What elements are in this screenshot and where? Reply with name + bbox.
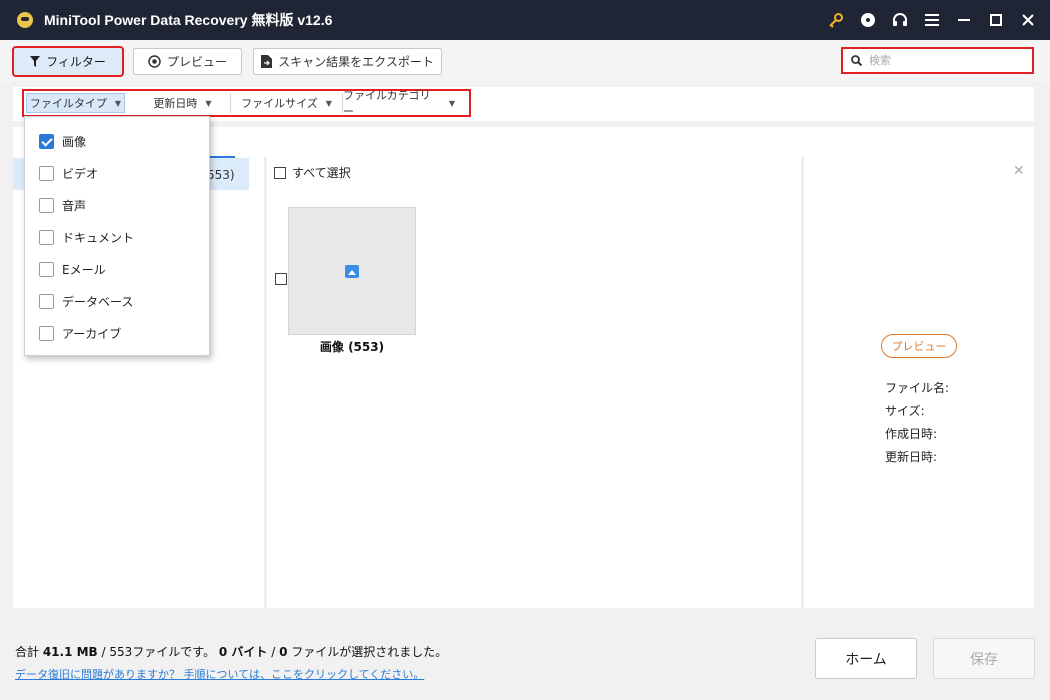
option-label: ビデオ xyxy=(62,167,99,181)
file-size-label: ファイルサイズ xyxy=(241,97,318,110)
checkbox[interactable] xyxy=(39,230,54,245)
chevron-down-icon: ▼ xyxy=(448,98,455,108)
chevron-down-icon: ▼ xyxy=(205,98,212,108)
key-icon[interactable] xyxy=(820,0,852,40)
select-all-label: すべて選択 xyxy=(292,166,351,180)
file-size-dropdown[interactable]: ファイルサイズ ▼ xyxy=(231,93,343,113)
maximize-icon[interactable] xyxy=(980,0,1012,40)
selected-bytes: 0 バイト xyxy=(218,645,268,659)
file-type-menu: 画像 ビデオ 音声 ドキュメント Eメール データベース アーカイブ xyxy=(24,116,210,356)
app-logo-icon xyxy=(14,9,36,31)
preview-toolbar-label: プレビュー xyxy=(166,55,227,69)
panel-divider xyxy=(264,157,267,608)
modified-date-label: 更新日時 xyxy=(153,97,198,110)
file-type-option-audio[interactable]: 音声 xyxy=(39,197,86,214)
file-category-dropdown[interactable]: ファイルカテゴリー ▼ xyxy=(343,89,455,118)
file-category-label: ファイルカテゴリー xyxy=(343,89,431,118)
summary-total-files: / 553ファイルです。 xyxy=(97,645,219,659)
chevron-down-icon: ▼ xyxy=(325,98,332,108)
thumbnail-checkbox[interactable] xyxy=(275,273,287,285)
file-type-dropdown[interactable]: ファイルタイプ ▼ xyxy=(26,93,125,113)
checkbox[interactable] xyxy=(39,294,54,309)
summary-prefix: 合計 xyxy=(15,645,43,659)
option-label: ドキュメント xyxy=(62,231,135,245)
checkbox[interactable] xyxy=(39,166,54,181)
headset-icon[interactable] xyxy=(884,0,916,40)
preview-button[interactable]: プレビュー xyxy=(881,334,957,358)
file-type-option-video[interactable]: ビデオ xyxy=(39,165,98,182)
summary-separator: / xyxy=(267,645,280,659)
scan-summary: 合計 41.1 MB / 553ファイルです。 0 バイト / 0 ファイルが選… xyxy=(15,643,447,660)
checkbox-checked[interactable] xyxy=(39,134,54,149)
summary-suffix: ファイルが選択されました。 xyxy=(287,645,448,659)
close-icon[interactable] xyxy=(1012,0,1044,40)
preview-toolbar-button[interactable]: プレビュー xyxy=(133,48,242,75)
checkbox[interactable] xyxy=(39,198,54,213)
search-input[interactable] xyxy=(869,54,1019,67)
select-all[interactable]: すべて選択 xyxy=(274,164,351,181)
title-bar: MiniTool Power Data Recovery 無料版 v12.6 xyxy=(0,0,1050,40)
minimize-icon[interactable] xyxy=(948,0,980,40)
chevron-down-icon: ▼ xyxy=(114,98,122,108)
home-button[interactable]: ホーム xyxy=(815,638,917,679)
filter-button-label: フィルター xyxy=(46,55,106,69)
option-label: データベース xyxy=(62,295,134,309)
file-name-label: ファイル名: xyxy=(885,381,950,395)
option-label: Eメール xyxy=(62,263,106,277)
modified-label: 更新日時: xyxy=(885,450,938,464)
disc-icon[interactable] xyxy=(852,0,884,40)
search-box[interactable] xyxy=(841,47,1034,74)
file-type-option-database[interactable]: データベース xyxy=(39,293,133,310)
file-type-label: ファイルタイプ xyxy=(29,97,107,110)
filter-button[interactable]: フィルター xyxy=(12,46,124,77)
image-folder-thumbnail[interactable] xyxy=(288,207,416,335)
window-controls xyxy=(820,0,1050,40)
help-link[interactable]: データ復旧に問題がありますか？ 手順については、ここをクリックしてください。 xyxy=(15,666,424,682)
file-type-option-document[interactable]: ドキュメント xyxy=(39,229,134,246)
export-file-icon xyxy=(261,55,273,68)
eye-icon xyxy=(148,55,161,68)
search-icon xyxy=(851,55,862,66)
created-label: 作成日時: xyxy=(885,427,938,441)
modified-date-dropdown[interactable]: 更新日時 ▼ xyxy=(135,93,231,113)
checkbox[interactable] xyxy=(39,262,54,277)
panel-divider xyxy=(801,157,804,608)
menu-icon[interactable] xyxy=(916,0,948,40)
funnel-icon xyxy=(30,56,41,67)
select-all-checkbox[interactable] xyxy=(274,166,286,179)
file-type-option-email[interactable]: Eメール xyxy=(39,261,106,278)
close-preview-icon[interactable]: ✕ xyxy=(1013,163,1025,179)
thumbnail-label: 画像 (553) xyxy=(319,340,385,354)
total-size: 41.1 MB xyxy=(42,645,98,659)
checkbox[interactable] xyxy=(39,326,54,341)
size-label: サイズ: xyxy=(885,404,925,418)
app-title: MiniTool Power Data Recovery 無料版 v12.6 xyxy=(44,12,333,28)
file-type-option-image[interactable]: 画像 xyxy=(39,133,86,150)
image-icon xyxy=(345,264,359,278)
tree-item-count: 553) xyxy=(207,168,235,182)
export-results-label: スキャン結果をエクスポート xyxy=(278,55,434,69)
option-label: 音声 xyxy=(62,199,87,213)
option-label: アーカイブ xyxy=(62,327,122,341)
export-results-button[interactable]: スキャン結果をエクスポート xyxy=(253,48,442,75)
file-type-option-archive[interactable]: アーカイブ xyxy=(39,325,121,342)
save-button[interactable]: 保存 xyxy=(933,638,1035,679)
filter-dropdowns: ファイルタイプ ▼ 更新日時 ▼ ファイルサイズ ▼ ファイルカテゴリー ▼ xyxy=(22,89,471,118)
option-label: 画像 xyxy=(62,135,87,149)
